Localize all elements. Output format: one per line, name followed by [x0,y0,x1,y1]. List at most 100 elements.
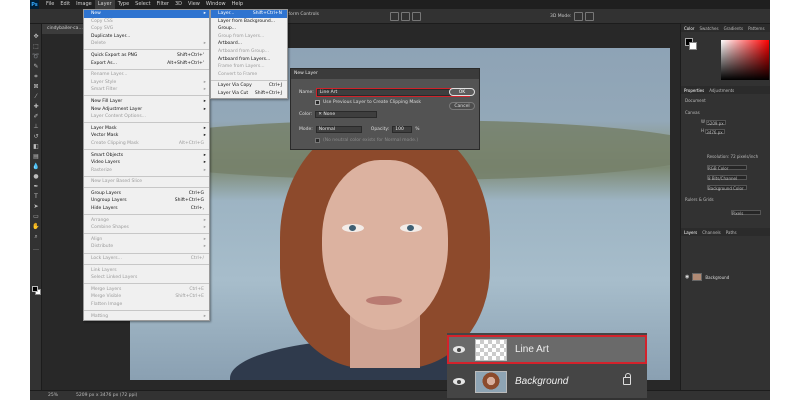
3d-pan-icon[interactable] [584,12,594,21]
ok-button[interactable]: OK [449,88,475,96]
frame-tool-icon[interactable]: ⊠ [32,84,40,90]
align-left-icon[interactable] [390,12,399,21]
align-center-icon[interactable] [401,12,410,21]
menu-3d[interactable]: 3D [172,0,185,9]
menu-help[interactable]: Help [229,0,246,9]
new-submenu-item-artboard-from-layers[interactable]: Artboard from Layers... [211,56,287,64]
menu-layer[interactable]: Layer [94,0,115,9]
history-brush-icon[interactable]: ↺ [32,134,40,140]
clipping-row[interactable]: Use Previous Layer to Create Clipping Ma… [315,100,421,105]
foreground-color-swatch[interactable] [32,286,38,292]
menu-window[interactable]: Window [203,0,229,9]
name-label: Name: [299,90,314,95]
tab-patterns[interactable]: Patterns [748,26,764,31]
lasso-tool-icon[interactable]: ➰ [32,54,40,60]
height-field[interactable]: 3476 px [705,128,726,135]
menu-item-label: Layer Mask [91,125,117,131]
quick-select-tool-icon[interactable]: ✎ [32,64,40,70]
bits-select[interactable]: 8 Bits/Channel [707,174,747,181]
layer-menu-item-new-adjustment-layer[interactable]: New Adjustment Layer ▸ [84,106,209,114]
fill-select[interactable]: Background Color [707,184,747,191]
new-submenu-item-layer-from-background[interactable]: Layer from Background... [211,18,287,26]
tab-paths[interactable]: Paths [726,230,737,235]
new-submenu-item-layer-via-copy[interactable]: Layer Via Copy Ctrl+J [211,82,287,90]
move-tool-icon[interactable]: ✥ [32,34,40,40]
color-select[interactable]: ✕ None [315,111,378,118]
hand-tool-icon[interactable]: ✋ [32,224,40,230]
brush-tool-icon[interactable]: ✐ [32,114,40,120]
tab-layers[interactable]: Layers [684,230,697,235]
visibility-eye-icon[interactable] [453,346,465,353]
zoom-level[interactable]: 25% [48,391,58,400]
more-tools-icon[interactable]: … [32,246,40,252]
neutral-color-checkbox[interactable] [315,138,320,143]
pen-tool-icon[interactable]: ✒ [32,184,40,190]
line-art-layer-row[interactable]: Line Art [447,335,647,364]
tab-properties[interactable]: Properties [684,88,704,93]
layer-menu-item-hide-layers[interactable]: Hide Layers Ctrl+, [84,205,209,213]
layer-menu-item-group-layers[interactable]: Group Layers Ctrl+G [84,190,209,198]
mode-select[interactable]: RGB Color [707,164,747,171]
mode-select[interactable]: Normal [315,126,362,133]
menu-file[interactable]: File [43,0,57,9]
visibility-eye-icon[interactable]: ◉ [685,274,689,280]
layer-menu-item-ungroup-layers[interactable]: Ungroup Layers Shift+Ctrl+G [84,197,209,205]
new-submenu-item-layer[interactable]: Layer... Shift+Ctrl+N [211,10,287,18]
document-tab[interactable]: cindybailer-ca… [42,24,88,34]
new-submenu-item-layer-via-cut[interactable]: Layer Via Cut Shift+Ctrl+J [211,90,287,98]
tab-color[interactable]: Color [684,26,694,31]
layer-menu-item-rasterize: Rasterize ▸ [84,167,209,175]
menu-separator [84,149,209,150]
opacity-input[interactable]: 100 [392,126,413,133]
layer-menu-item-copy-css: Copy CSS [84,18,209,26]
menu-filter[interactable]: Filter [154,0,172,9]
layer-menu-item-new-fill-layer[interactable]: New Fill Layer ▸ [84,98,209,106]
zoom-tool-icon[interactable]: ⌕ [32,234,40,240]
dodge-tool-icon[interactable]: ● [32,174,40,180]
menu-view[interactable]: View [185,0,203,9]
layer-name-input[interactable]: Line Art [315,88,470,97]
layers-panel-background-row[interactable]: ◉ Background [683,272,769,282]
eyedropper-tool-icon[interactable]: ⁄ [32,94,40,100]
eraser-tool-icon[interactable]: ◧ [32,144,40,150]
lock-icon[interactable] [623,373,631,385]
width-field[interactable]: 5209 px [706,119,727,126]
tab-gradients[interactable]: Gradients [724,26,744,31]
layer-menu-item-duplicate-layer[interactable]: Duplicate Layer... [84,33,209,41]
blur-tool-icon[interactable]: 💧 [32,164,40,170]
menu-edit[interactable]: Edit [57,0,73,9]
tab-swatches[interactable]: Swatches [699,26,718,31]
marquee-tool-icon[interactable]: ⬚ [32,44,40,50]
menu-image[interactable]: Image [73,0,95,9]
tab-channels[interactable]: Channels [702,230,721,235]
tab-adjustments[interactable]: Adjustments [709,88,734,93]
crop-tool-icon[interactable]: ⌗ [32,74,40,80]
color-panel-bg-swatch[interactable] [689,42,697,50]
menu-select[interactable]: Select [132,0,153,9]
layer-menu-item-video-layers[interactable]: Video Layers ▸ [84,159,209,167]
menu-type[interactable]: Type [115,0,132,9]
units-select[interactable]: Pixels [731,209,761,216]
type-tool-icon[interactable]: T [32,194,40,200]
clone-stamp-icon[interactable]: ⊥ [32,124,40,130]
healing-brush-icon[interactable]: ✚ [32,104,40,110]
width-row: W 5209 px [701,119,727,126]
path-select-tool-icon[interactable]: ➤ [32,204,40,210]
layer-menu-item-quick-export-as-png[interactable]: Quick Export as PNG Shift+Ctrl+' [84,52,209,60]
layer-menu-item-new[interactable]: New ▸ [84,10,209,18]
cancel-button[interactable]: Cancel [449,102,475,110]
layer-menu-item-smart-objects[interactable]: Smart Objects ▸ [84,152,209,160]
new-submenu-item-group[interactable]: Group... [211,25,287,33]
color-picker-field[interactable] [721,40,769,80]
layer-menu-item-export-as[interactable]: Export As... Alt+Shift+Ctrl+' [84,60,209,68]
layer-menu-item-vector-mask[interactable]: Vector Mask ▸ [84,132,209,140]
new-submenu-item-artboard[interactable]: Artboard... [211,40,287,48]
visibility-eye-icon[interactable] [453,378,465,385]
3d-rotate-icon[interactable] [573,12,583,21]
rectangle-tool-icon[interactable]: ▭ [32,214,40,220]
layer-menu-item-layer-mask[interactable]: Layer Mask ▸ [84,125,209,133]
clipping-mask-checkbox[interactable] [315,100,320,105]
align-right-icon[interactable] [412,12,421,21]
gradient-tool-icon[interactable]: ▤ [32,154,40,160]
background-layer-row[interactable]: Background [447,367,647,396]
